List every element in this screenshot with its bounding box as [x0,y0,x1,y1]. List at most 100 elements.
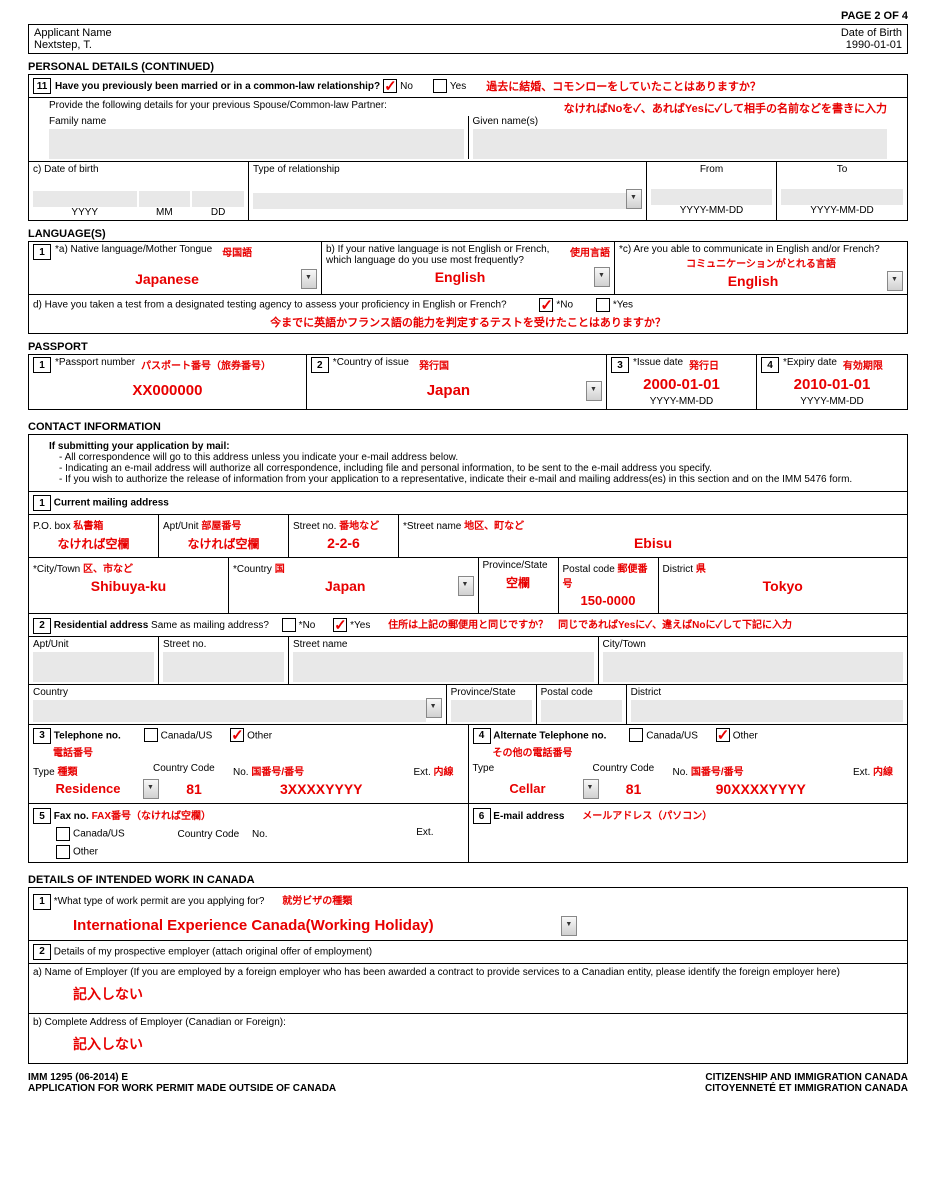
po-label: P.O. box [33,521,71,532]
lang-c-note: コミュニケーションがとれる言語 [619,255,903,270]
country-label: *Country [233,564,272,575]
dob-mm-input[interactable] [139,191,191,207]
alt-other: Other [733,730,758,741]
country-dropdown[interactable] [458,576,474,596]
r-dist-input[interactable] [631,700,903,722]
tel-other: Other [247,730,272,741]
r-postal-input[interactable] [541,700,622,722]
lang-b-dropdown[interactable] [594,267,610,287]
contact-n6: 6 [473,808,491,824]
fax-note: FAX番号（なければ空欄） [92,811,211,822]
lang-d-no-checkbox[interactable] [539,298,553,312]
given-name-input[interactable] [473,129,888,159]
from-ymd: YYYY-MM-DD [651,205,772,216]
fax-other: Other [73,847,98,858]
alt-cus-checkbox[interactable] [629,728,643,742]
r-city-input[interactable] [603,652,904,682]
alt-label: Alternate Telephone no. [493,730,606,741]
to-input[interactable] [781,189,903,205]
dob-c-label: c) Date of birth [33,164,244,175]
tel-other-checkbox[interactable] [230,728,244,742]
fax-cc-label: Country Code [177,829,239,840]
same-no: *No [299,620,316,631]
lang-c-dropdown[interactable] [887,271,903,291]
q11-note1: 過去に結婚、コモンローをしていたことはありますか？ [486,78,761,94]
stname-value: Ebisu [403,532,903,554]
dob-yyyy-input[interactable] [33,191,137,207]
city-label: *City/Town [33,564,80,575]
tel-type-dropdown[interactable] [143,779,159,799]
r-stno-input[interactable] [163,652,284,682]
footer-r1: CITIZENSHIP AND IMMIGRATION CANADA [705,1072,908,1083]
work-permit-dropdown[interactable] [561,916,577,936]
work-q1-label: *What type of work permit are you applyi… [54,896,265,907]
alt-type-dropdown[interactable] [583,779,599,799]
r-apt-input[interactable] [33,652,154,682]
q11-no-label: No [400,81,413,92]
contact-n1: 1 [33,495,51,511]
no-label: No. [233,767,249,778]
q11-note2: なければNoを✓、あればYesに✓して相手の名前などを書きに入力 [564,100,887,116]
footer-r2: CITOYENNETÉ ET IMMIGRATION CANADA [705,1083,908,1094]
same-no-checkbox[interactable] [282,618,296,632]
relationship-type-label: Type of relationship [253,164,642,175]
pass-f3-ymd: YYYY-MM-DD [611,396,752,407]
family-name-input[interactable] [49,129,464,159]
contact-n4: 4 [473,728,491,744]
fax-cus-checkbox[interactable] [56,827,70,841]
email-note: メールアドレス（パソコン） [582,811,712,822]
q11-box: 11 Have you previously been married or i… [28,74,908,221]
q11-yes-label: Yes [450,81,466,92]
lang-c-value: English [619,270,887,292]
relationship-type-input[interactable] [253,193,626,209]
from-input[interactable] [651,189,772,205]
work-q1-value: International Experience Canada(Working … [33,917,561,934]
q11-no-checkbox[interactable] [383,79,397,93]
same-yes-checkbox[interactable] [333,618,347,632]
page-footer: IMM 1295 (06-2014) E APPLICATION FOR WOR… [28,1072,908,1094]
lang-d-note: 今までに英語かフランス語の能力を判定するテストを受けたことはありますか？ [33,314,903,330]
r-stname-input[interactable] [293,652,594,682]
pass-country-dropdown[interactable] [586,381,602,401]
relationship-dropdown[interactable] [626,189,642,209]
work-qa-value: 記入しない [33,978,903,1010]
tel-cus-checkbox[interactable] [144,728,158,742]
fax-no-label: No. [252,829,268,840]
pass-n1: 1 [33,357,51,373]
q11-question: Have you previously been married or in a… [55,81,380,92]
r-prov-input[interactable] [451,700,532,722]
alt-other-checkbox[interactable] [716,728,730,742]
tel-no-value: 3XXXXYYYY [229,778,414,800]
dob-value: 1990-01-01 [841,39,902,51]
dob-dd-input[interactable] [192,191,244,207]
postal-value: 150-0000 [563,590,654,611]
pass-f1-note: パスポート番号（旅券番号） [141,357,271,373]
to-ymd: YYYY-MM-DD [781,205,903,216]
r-country-input[interactable] [33,700,426,722]
apt-note: 部屋番号 [201,521,241,532]
q11-yes-checkbox[interactable] [433,79,447,93]
alt-type-label: Type [473,763,495,774]
fax-other-checkbox[interactable] [56,845,70,859]
same-label: Same as mailing address? [151,620,269,631]
work-qb-label: b) Complete Address of Employer (Canadia… [33,1017,903,1028]
lang-a-value: Japanese [33,268,301,290]
yyyy-label: YYYY [33,207,137,218]
personal-details-title: PERSONAL DETAILS (CONTINUED) [28,60,908,74]
r-apt-label: Apt/Unit [33,639,154,650]
tel-label: Telephone no. [54,730,121,741]
lang-a-dropdown[interactable] [301,269,317,289]
lang-d-yes-checkbox[interactable] [596,298,610,312]
contact-b1: - All correspondence will go to this add… [59,452,887,463]
applicant-header: Applicant Name Nextstep, T. Date of Birt… [28,24,908,54]
tel-cus: Canada/US [161,730,213,741]
pass-n2: 2 [311,357,329,373]
work-qb-value: 記入しない [33,1028,903,1060]
ext-label: Ext. [414,767,431,778]
pass-f3-note: 発行日 [689,357,719,373]
type-label: Type [33,767,55,778]
r-country-dropdown[interactable] [426,698,442,718]
pass-f3-label: *Issue date [633,357,683,373]
pass-f2-label: *Country of issue [333,357,409,373]
ext-note: 内線 [434,767,454,778]
